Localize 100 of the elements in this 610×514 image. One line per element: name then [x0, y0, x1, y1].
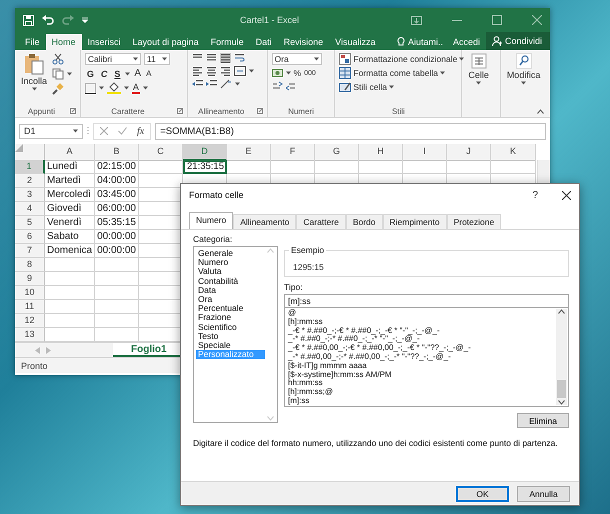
caret-icon[interactable] [98, 86, 104, 90]
number-format-field[interactable]: Ora [272, 53, 322, 65]
font-color-button[interactable]: A [132, 82, 140, 94]
caret-icon[interactable] [521, 81, 526, 85]
category-item[interactable]: Numero [196, 258, 266, 268]
format-item[interactable]: @ [288, 309, 296, 318]
format-item[interactable]: _-* #.##0_-;-* #.##0_-;_-* "-"_-;_-@_- [288, 335, 420, 344]
decrease-decimal-icon[interactable] [286, 81, 297, 91]
dialog-tab[interactable]: Riempimento [382, 214, 447, 229]
active-cell[interactable]: 21:35:15 [183, 160, 227, 174]
row-header[interactable]: 9 [15, 272, 45, 286]
empty-cell[interactable] [95, 272, 139, 286]
caret-icon[interactable] [67, 72, 72, 76]
empty-cell[interactable] [95, 300, 139, 314]
column-header[interactable]: F [271, 144, 315, 161]
scroll-up-icon[interactable] [558, 309, 565, 314]
caret-icon[interactable] [286, 71, 291, 75]
empty-cell[interactable] [447, 160, 491, 174]
percent-button[interactable]: % [294, 68, 302, 78]
ribbon-display-icon[interactable] [411, 16, 422, 24]
row-header[interactable]: 11 [15, 300, 45, 314]
orientation-icon[interactable] [220, 79, 232, 89]
align-middle-icon[interactable] [206, 53, 217, 63]
row-header[interactable]: 8 [15, 258, 45, 272]
dialog-tab[interactable]: Numero [189, 212, 234, 229]
styles-menu-item[interactable]: Stili cella [339, 81, 458, 93]
table-cell[interactable]: Mercoledì [45, 188, 95, 202]
format-item[interactable]: [m]:ss [288, 396, 310, 406]
ribbon-tab[interactable]: Inserisci [82, 34, 127, 50]
font-name-field[interactable]: Calibri [84, 53, 141, 65]
increase-indent-icon[interactable] [206, 79, 217, 89]
styles-menu-item[interactable]: Formatta come tabella [339, 67, 458, 79]
column-header[interactable]: H [359, 144, 403, 161]
fill-color-icon[interactable] [106, 82, 121, 94]
ribbon-tab[interactable]: Formule [204, 34, 250, 50]
format-item[interactable]: [$-it-IT]g mmmm aaaa [288, 362, 367, 371]
table-cell[interactable]: 02:15:00 [95, 160, 139, 174]
column-header[interactable]: I [403, 144, 447, 161]
column-header[interactable]: K [491, 144, 536, 161]
format-item[interactable]: _-€ * #.##0,00_-;-€ * #.##0,00_-;_-€ * "-"??_-;_-@_- [288, 344, 471, 353]
format-list[interactable] [284, 308, 569, 407]
dialog-tab[interactable]: Bordo [346, 214, 382, 229]
font-size-field[interactable]: 11 [144, 53, 170, 65]
ribbon-tab[interactable]: Dati [250, 34, 278, 50]
caret-icon[interactable] [388, 85, 394, 89]
caret-icon[interactable] [32, 87, 36, 91]
paste-button[interactable]: Incolla [19, 53, 50, 105]
editing-button[interactable]: Modifica [504, 53, 542, 117]
scroll-down-icon[interactable] [558, 400, 565, 405]
empty-cell[interactable] [359, 160, 403, 174]
empty-cell[interactable] [491, 160, 536, 174]
category-list[interactable]: Generale Numero Valuta Contabilità Data Ora Percentuale Frazione Scientifico Testo Speciale Personalizzato [193, 246, 278, 423]
ok-button[interactable]: OK [456, 486, 509, 502]
type-input-field[interactable]: [m]:ss [284, 294, 569, 308]
dialog-launcher-icon[interactable] [256, 108, 263, 114]
format-item[interactable]: [h]:mm:ss [288, 318, 323, 327]
dialog-tab[interactable]: Allineamento [233, 214, 296, 229]
format-item[interactable]: [h]:mm:ss;@ [288, 388, 334, 397]
underline-button[interactable]: S [112, 68, 122, 78]
table-cell[interactable]: Venerdì [45, 216, 95, 230]
column-header[interactable]: B [95, 144, 139, 161]
row-header[interactable]: 6 [15, 230, 45, 244]
format-item[interactable]: _-* #.##0,00_-;-* #.##0,00_-;_-* "-"??_-;_-@_- [288, 352, 451, 362]
format-item[interactable]: hh:mm:ss [288, 379, 323, 388]
table-cell[interactable]: Martedì [45, 174, 95, 188]
row-header[interactable]: 5 [15, 216, 45, 230]
empty-cell[interactable] [95, 258, 139, 272]
cancel-button[interactable]: Annulla [517, 486, 570, 502]
row-header[interactable]: 2 [15, 174, 45, 188]
delete-button[interactable]: Elimina [517, 413, 569, 428]
row-header[interactable]: 7 [15, 244, 45, 258]
sign-in-link[interactable]: Accedi [446, 34, 486, 50]
formula-field[interactable]: =SOMMA(B1:B8) [155, 122, 546, 140]
empty-cell[interactable] [403, 160, 447, 174]
column-header[interactable]: C [139, 144, 183, 161]
ribbon-tab[interactable]: File [19, 34, 46, 50]
align-bottom-icon[interactable] [220, 53, 231, 63]
table-cell[interactable]: 03:45:00 [95, 188, 139, 202]
empty-cell[interactable] [315, 160, 359, 174]
table-cell[interactable]: 05:35:15 [95, 216, 139, 230]
empty-cell[interactable] [271, 160, 315, 174]
save-icon[interactable] [23, 14, 34, 26]
italic-button[interactable]: C [98, 68, 110, 78]
caret-icon[interactable] [142, 86, 148, 90]
brush-icon[interactable] [52, 83, 64, 95]
category-item[interactable]: Percentuale [196, 304, 266, 314]
table-cell[interactable]: Giovedì [45, 202, 95, 216]
category-item[interactable]: Valuta [196, 267, 266, 277]
empty-cell[interactable] [95, 314, 139, 328]
caret-icon[interactable] [234, 82, 240, 86]
wrap-text-icon[interactable] [234, 53, 245, 63]
scissors-icon[interactable] [52, 53, 64, 65]
table-cell[interactable]: Sabato [45, 230, 95, 244]
column-header[interactable]: D [183, 144, 227, 161]
maximize-icon[interactable] [492, 15, 502, 25]
category-item[interactable]: Speciale [196, 341, 266, 350]
help-button[interactable]: ? [526, 188, 544, 202]
insert-function-button[interactable]: fx [137, 126, 144, 136]
format-item[interactable]: _-€ * #.##0_-;-€ * #.##0_-;_-€ * "-"_-;_-@_- [288, 326, 440, 336]
shrink-font-button[interactable]: A [145, 69, 152, 78]
